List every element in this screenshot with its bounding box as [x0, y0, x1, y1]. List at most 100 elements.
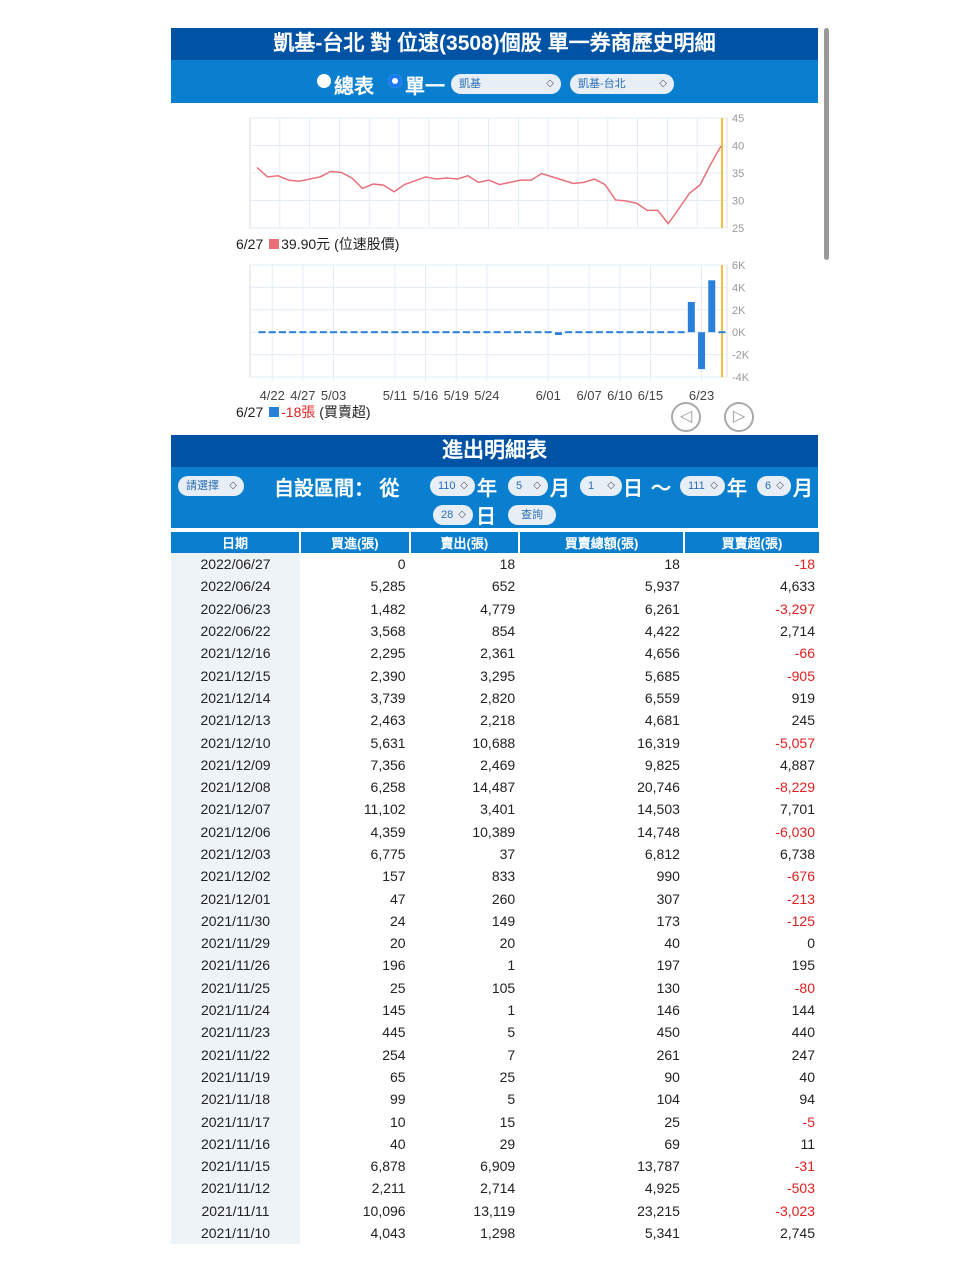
total-cell: 14,503	[637, 801, 680, 818]
date-cell: 2021/11/12	[171, 1177, 300, 1200]
buy-cell: 1,482	[370, 600, 406, 617]
branch-select-value: 凱基-台北	[578, 78, 626, 90]
total-cell: 4,422	[644, 623, 680, 640]
y-tick-label: 35	[732, 168, 744, 180]
from-month-select[interactable]: 5 ◇	[508, 476, 548, 496]
buy-cell: 6,258	[370, 779, 406, 796]
from-day-select[interactable]: 1 ◇	[580, 476, 622, 496]
buy-cell: 40	[390, 1135, 406, 1152]
y-tick-label: 30	[732, 196, 744, 208]
total-cell: 13,787	[637, 1158, 680, 1175]
table-row: 2021/11/24 145 1 146 144	[171, 998, 819, 1022]
total-cell: 9,825	[644, 756, 680, 773]
y-tick-label: 6K	[732, 260, 746, 272]
date-cell: 2022/06/23	[171, 597, 300, 620]
prev-arrow-icon[interactable]: ◁	[671, 402, 701, 432]
branch-select[interactable]: 凱基-台北 ◇	[570, 74, 674, 94]
x-tick-label: 6/10	[607, 388, 632, 403]
table-row: 2021/11/16 40 29 69 11	[171, 1132, 819, 1156]
net-buy-bar	[595, 331, 603, 334]
net-buy-bar	[677, 331, 685, 334]
preset-select-value: 請選擇	[186, 480, 219, 492]
buy-cell: 4,359	[370, 823, 406, 840]
date-cell: 2021/11/30	[171, 909, 300, 933]
date-cell: 2021/12/14	[171, 686, 300, 710]
range-label: 自設區間： 從	[274, 478, 400, 500]
plot-frame	[249, 264, 728, 378]
net-buy-bar	[319, 331, 327, 334]
buy-cell: 2,390	[370, 667, 406, 684]
total-cell: 4,925	[644, 1180, 680, 1197]
table-row: 2021/12/15 2,390 3,295 5,685 -905	[171, 664, 819, 687]
preset-select[interactable]: 請選擇 ◇	[178, 476, 244, 496]
net-buy-bar	[442, 331, 450, 334]
table-row: 2022/06/23 1,482 4,779 6,261 -3,297	[171, 597, 819, 620]
to-month-select[interactable]: 6 ◇	[757, 476, 791, 496]
sell-cell: 25	[499, 1068, 516, 1085]
net-cell: -8,229	[775, 779, 815, 796]
to-year-select[interactable]: 111 ◇	[680, 476, 725, 496]
net-buy-bar	[687, 301, 695, 333]
net-buy-bar	[657, 331, 665, 334]
table-row: 2021/12/01 47 260 307 -213	[171, 887, 819, 910]
x-tick-label: 6/23	[689, 388, 714, 403]
total-cell: 104	[656, 1091, 680, 1108]
sell-cell: 5	[507, 1024, 516, 1041]
buy-cell: 3,739	[370, 689, 406, 706]
sell-cell: 260	[491, 890, 516, 907]
date-cell: 2021/11/23	[171, 1021, 300, 1044]
chevron-updown-icon: ◇	[659, 78, 667, 89]
table-row: 2022/06/27 0 18 18 -18	[171, 553, 819, 576]
day-label: 日	[623, 478, 643, 500]
buy-cell: 0	[397, 556, 406, 573]
net-buy-bar	[360, 331, 368, 334]
buy-cell: 10	[390, 1113, 406, 1130]
net-buy-bar	[493, 331, 501, 334]
total-cell: 16,319	[637, 734, 680, 751]
net-buy-bar	[514, 331, 522, 334]
date-cell: 2021/12/03	[171, 842, 300, 866]
net-buy-bar	[585, 331, 593, 334]
netbuy-legend-date: 6/27	[236, 404, 264, 420]
query-button[interactable]: 查詢	[508, 505, 556, 525]
y-tick-label: 45	[732, 113, 744, 125]
date-cell: 2022/06/24	[171, 575, 300, 598]
radio-single[interactable]	[388, 74, 402, 88]
netbuy-legend-value: -18張	[281, 404, 316, 420]
chevron-updown-icon: ◇	[229, 480, 237, 491]
total-cell: 173	[656, 912, 680, 929]
date-cell: 2021/12/01	[171, 887, 300, 910]
total-cell: 6,261	[644, 600, 680, 617]
column-header: 買進(張)	[299, 532, 410, 553]
detail-title: 進出明細表	[171, 435, 818, 467]
from-year-select[interactable]: 110 ◇	[430, 476, 475, 496]
total-cell: 4,681	[644, 712, 680, 729]
radio-all[interactable]	[317, 74, 331, 88]
to-day-value: 28	[441, 509, 454, 521]
net-buy-bar	[667, 331, 675, 334]
buy-cell: 2,463	[370, 712, 406, 729]
net-buy-bar	[258, 331, 266, 334]
buy-cell: 3,568	[370, 623, 406, 640]
day-label: 日	[476, 506, 496, 528]
broker-select[interactable]: 凱基 ◇	[451, 74, 561, 94]
net-buy-bar	[391, 331, 399, 334]
to-year-value: 111	[688, 480, 705, 492]
date-cell: 2021/11/29	[171, 932, 300, 955]
net-cell: 94	[799, 1091, 815, 1108]
month-label: 月	[550, 478, 570, 500]
table-row: 2022/06/22 3,568 854 4,422 2,714	[171, 619, 819, 643]
next-arrow-icon[interactable]: ▷	[724, 402, 754, 432]
table-header-row: 日期 買進(張) 賣出(張) 買賣總額(張) 買賣超(張)	[171, 532, 819, 553]
net-buy-bar	[524, 331, 532, 334]
table-row: 2021/12/03 6,775 37 6,812 6,738	[171, 842, 819, 866]
date-range-bar: 請選擇 ◇ 自設區間： 從 110 ◇ 年 5 ◇ 月 1 ◇ 日 ～ 111 ◇ 年 6…	[171, 467, 818, 528]
total-cell: 6,812	[644, 846, 680, 862]
detail-table: 日期 買進(張) 賣出(張) 買賣總額(張) 買賣超(張) 2022/06/27 0 18 1…	[171, 532, 819, 1245]
page-title: 凱基-台北 對 位速(3508)個股 單一券商歷史明細	[171, 28, 818, 60]
table-row: 2021/12/10 5,631 10,688 16,319 -5,057	[171, 731, 819, 754]
sell-cell: 4,779	[480, 600, 516, 617]
sell-cell: 1	[507, 957, 516, 974]
net-cell: 195	[791, 957, 815, 974]
to-day-select[interactable]: 28 ◇	[433, 505, 473, 525]
